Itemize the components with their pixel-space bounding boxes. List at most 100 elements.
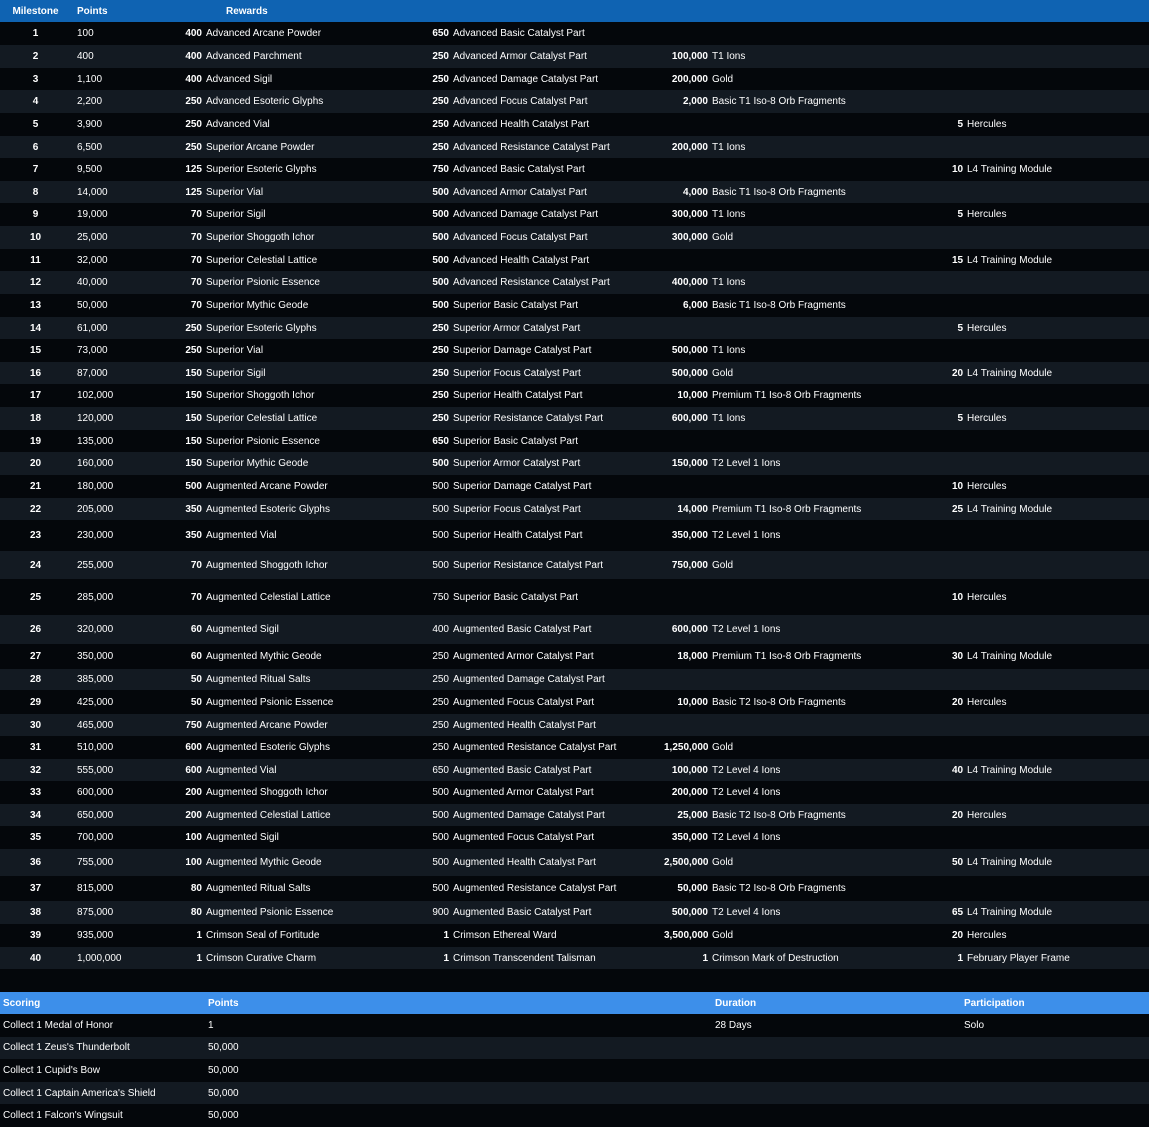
milestone-row: 4 2,200 250 Advanced Esoteric Glyphs 250 Adva… [0, 90, 1149, 113]
reward-quantity: 400 [185, 51, 202, 62]
reward-quantity: 50 [190, 674, 202, 685]
scoring-header-row: Scoring Points Duration Participation [0, 992, 1149, 1014]
reward-item: Superior Mythic Geode [206, 300, 309, 311]
reward-item: Superior Shoggoth Ichor [206, 390, 315, 401]
scoring-rows: Collect 1 Medal of Honor 1 28 Days Solo Coll… [0, 1014, 1149, 1127]
reward-quantity: 4,000 [682, 186, 708, 198]
reward-item: Basic T1 Iso-8 Orb Fragments [712, 96, 846, 107]
reward-item [967, 136, 1149, 158]
milestone-points: 6,500 [77, 141, 103, 153]
reward-quantity [952, 45, 967, 68]
milestone-number: 26 [29, 624, 42, 635]
reward-item: L4 Training Module [967, 254, 1053, 266]
milestone-points: 285,000 [77, 591, 114, 603]
reward-item [967, 615, 1149, 644]
reward-item: Advanced Armor Catalyst Part [453, 51, 587, 62]
reward-item: Advanced Basic Catalyst Part [453, 164, 585, 175]
reward-item: Gold [712, 73, 734, 85]
reward-item: Gold [712, 559, 734, 571]
milestone-number: 22 [29, 503, 42, 515]
reward-quantity [664, 158, 712, 181]
scoring-points: 50,000 [208, 1087, 239, 1099]
reward-item: Gold [712, 857, 734, 868]
reward-quantity: 150 [185, 390, 202, 401]
milestone-row: 39 935,000 1 Crimson Seal of Fortitude 1 Crim… [0, 924, 1149, 947]
scoring-participation [961, 1059, 1149, 1082]
reward-quantity: 650 [432, 435, 449, 447]
milestone-row: 33 600,000 200 Augmented Shoggoth Ichor 500 A… [0, 781, 1149, 804]
milestone-row: 40 1,000,000 1 Crimson Curative Charm 1 Crims… [0, 947, 1149, 969]
scoring-points: 50,000 [208, 1064, 239, 1076]
reward-quantity: 500 [432, 832, 449, 843]
milestone-row: 27 350,000 60 Augmented Mythic Geode 250 Augm… [0, 644, 1149, 669]
scoring-duration [712, 1082, 961, 1105]
scoring-duration [712, 1059, 961, 1082]
scoring-duration: 28 Days [715, 1019, 752, 1031]
scoring-task: Collect 1 Falcon's Wingsuit [3, 1110, 123, 1122]
milestone-points: 25,000 [77, 232, 108, 243]
reward-item [712, 317, 952, 339]
reward-quantity: 400 [185, 73, 202, 85]
reward-item: Augmented Basic Catalyst Part [453, 907, 592, 918]
milestone-row: 30 465,000 750 Augmented Arcane Powder 250 Au… [0, 714, 1149, 736]
milestone-row: 2 400 400 Advanced Parchment 250 Advanced Arm… [0, 45, 1149, 68]
reward-item: L4 Training Module [967, 367, 1053, 379]
milestone-points: 320,000 [77, 624, 114, 635]
reward-quantity: 600,000 [671, 413, 708, 424]
reward-quantity: 500 [432, 857, 449, 868]
reward-item [967, 226, 1149, 249]
reward-item: Superior Sigil [206, 367, 266, 379]
reward-quantity: 500 [432, 787, 449, 798]
reward-quantity: 100 [185, 857, 202, 868]
milestone-number: 16 [29, 367, 42, 379]
milestone-row: 20 160,000 150 Superior Mythic Geode 500 Supe… [0, 452, 1149, 475]
milestone-number: 40 [29, 952, 42, 964]
reward-quantity: 350 [185, 503, 202, 515]
reward-quantity: 500 [432, 503, 449, 515]
milestone-points: 230,000 [77, 530, 114, 541]
reward-item: Superior Damage Catalyst Part [453, 345, 592, 356]
reward-quantity: 650 [432, 28, 449, 39]
scoring-participation [961, 1082, 1149, 1105]
reward-item [967, 826, 1149, 849]
reward-item: Crimson Curative Charm [206, 952, 317, 964]
reward-item: Augmented Psionic Essence [206, 696, 334, 708]
reward-quantity: 500 [432, 458, 449, 469]
reward-item: Crimson Mark of Destruction [712, 952, 839, 964]
reward-item: Superior Focus Catalyst Part [453, 367, 581, 379]
reward-item [712, 249, 952, 271]
reward-item: Advanced Esoteric Glyphs [206, 96, 324, 107]
reward-quantity: 250 [185, 322, 202, 334]
reward-quantity [664, 249, 712, 271]
reward-item: Superior Resistance Catalyst Part [453, 413, 604, 424]
reward-item: Crimson Ethereal Ward [453, 930, 557, 941]
reward-item: Advanced Vial [206, 119, 270, 130]
milestone-number: 8 [32, 186, 39, 198]
reward-item: Superior Health Catalyst Part [453, 530, 583, 541]
reward-quantity: 250 [432, 742, 449, 753]
reward-quantity: 500,000 [671, 367, 708, 379]
reward-item: Augmented Psionic Essence [206, 907, 334, 918]
reward-item: Advanced Basic Catalyst Part [453, 28, 585, 39]
reward-quantity: 400 [185, 28, 202, 39]
reward-quantity: 600 [185, 742, 202, 753]
scoring-task: Collect 1 Medal of Honor [3, 1019, 114, 1031]
reward-item: Superior Damage Catalyst Part [453, 481, 592, 492]
milestone-row: 16 87,000 150 Superior Sigil 250 Superior Foc… [0, 362, 1149, 384]
reward-quantity: 750 [432, 591, 449, 603]
reward-quantity: 250 [432, 322, 449, 334]
reward-quantity [952, 430, 967, 452]
reward-quantity [952, 781, 967, 804]
reward-quantity: 250 [432, 96, 449, 107]
milestone-row: 6 6,500 250 Superior Arcane Powder 250 Advanc… [0, 136, 1149, 158]
reward-quantity [952, 22, 967, 45]
reward-quantity: 20 [952, 367, 964, 379]
reward-item: T2 Level 1 Ions [712, 530, 781, 541]
reward-quantity: 150 [185, 435, 202, 447]
reward-quantity [952, 90, 967, 113]
reward-item: Superior Health Catalyst Part [453, 390, 583, 401]
scoring-row: Collect 1 Falcon's Wingsuit 50,000 [0, 1104, 1149, 1127]
reward-item: Augmented Mythic Geode [206, 651, 322, 662]
reward-quantity: 250 [432, 719, 449, 731]
scoring-task: Collect 1 Captain America's Shield [3, 1087, 156, 1099]
